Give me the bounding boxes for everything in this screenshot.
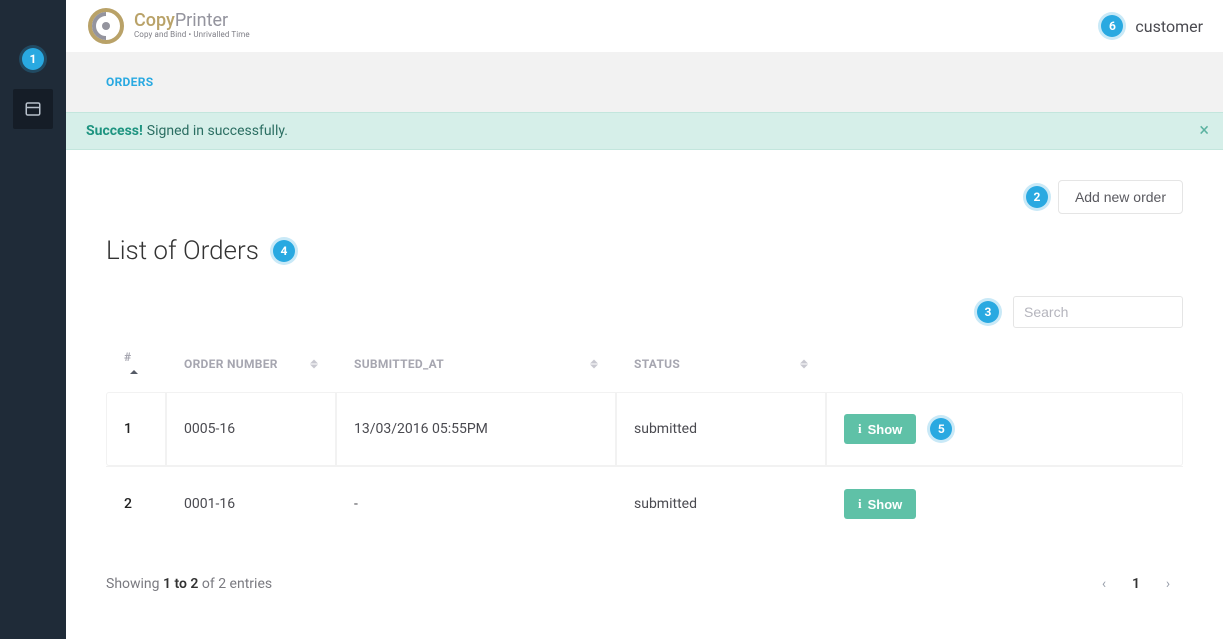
pager-next[interactable]: › (1153, 569, 1183, 599)
breadcrumb-orders[interactable]: ORDERS (106, 75, 153, 89)
sort-icon (800, 360, 808, 369)
show-button[interactable]: i Show (844, 489, 916, 519)
col-status[interactable]: STATUS (616, 336, 826, 392)
pager-prev[interactable]: ‹ (1089, 569, 1119, 599)
cell-status: submitted (616, 467, 826, 542)
chevron-right-icon: › (1166, 576, 1170, 592)
content-actions: 2 Add new order (106, 180, 1183, 214)
search-input[interactable] (1013, 296, 1183, 328)
cell-status: submitted (616, 392, 826, 467)
close-icon[interactable]: × (1199, 122, 1209, 140)
callout-4: 4 (273, 240, 295, 262)
col-index[interactable]: # (106, 336, 166, 392)
sidebar: 1 (0, 0, 66, 639)
show-button[interactable]: i Show (844, 414, 916, 444)
app-shell: 1 Cop (0, 0, 1223, 639)
cell-actions: i Show (826, 467, 1183, 542)
topbar: CopyPrinter Copy and Bind • Unrivalled T… (66, 0, 1223, 52)
page-title-row: List of Orders 4 (106, 236, 1183, 266)
breadcrumb-bar: ORDERS (66, 52, 1223, 112)
brand-text: CopyPrinter Copy and Bind • Unrivalled T… (134, 12, 250, 39)
sort-icon (590, 360, 598, 369)
orders-table: # ORDER NUMBER SUBMITTED_A (106, 336, 1183, 541)
cell-order-number: 0005-16 (166, 392, 336, 467)
sidebar-item-orders[interactable] (13, 89, 53, 129)
cell-order-number: 0001-16 (166, 467, 336, 542)
cell-index: 2 (106, 467, 166, 542)
add-order-button[interactable]: Add new order (1058, 180, 1183, 214)
callout-6: 6 (1101, 15, 1123, 37)
cell-index: 1 (106, 392, 166, 467)
brand-mark-icon (86, 6, 126, 46)
search-row: 3 (106, 296, 1183, 328)
table-row: 2 0001-16 - submitted i Show (106, 467, 1183, 542)
alert-message: Signed in successfully. (147, 123, 288, 139)
user-menu[interactable]: 6 customer (1101, 15, 1203, 37)
table-row: 1 0005-16 13/03/2016 05:55PM submitted i… (106, 392, 1183, 467)
pager-page[interactable]: 1 (1121, 569, 1151, 599)
cell-actions: i Show 5 (826, 392, 1183, 467)
sort-icon (130, 370, 138, 374)
callout-1: 1 (22, 48, 44, 70)
col-order-number[interactable]: ORDER NUMBER (166, 336, 336, 392)
content: 2 Add new order List of Orders 4 3 # (66, 150, 1223, 639)
callout-3: 3 (977, 301, 999, 323)
alert-title: Success! (86, 123, 143, 139)
cell-submitted-at: - (336, 467, 616, 542)
callout-5: 5 (930, 418, 952, 440)
sort-icon (310, 360, 318, 369)
cell-submitted-at: 13/03/2016 05:55PM (336, 392, 616, 467)
info-icon: i (858, 421, 862, 437)
flash-alert-success: Success! Signed in successfully. × (66, 112, 1223, 150)
col-submitted-at[interactable]: SUBMITTED_AT (336, 336, 616, 392)
pagination: ‹ 1 › (1089, 569, 1183, 599)
user-label: customer (1135, 17, 1203, 36)
entries-summary: Showing 1 to 2 of 2 entries (106, 576, 272, 592)
page-title: List of Orders (106, 236, 259, 266)
col-actions (826, 336, 1183, 392)
table-footer: Showing 1 to 2 of 2 entries ‹ 1 › (106, 541, 1183, 599)
info-icon: i (858, 496, 862, 512)
callout-2: 2 (1026, 186, 1048, 208)
brand-logo[interactable]: CopyPrinter Copy and Bind • Unrivalled T… (86, 6, 250, 46)
main: CopyPrinter Copy and Bind • Unrivalled T… (66, 0, 1223, 639)
orders-icon (24, 100, 42, 118)
chevron-left-icon: ‹ (1102, 576, 1106, 592)
